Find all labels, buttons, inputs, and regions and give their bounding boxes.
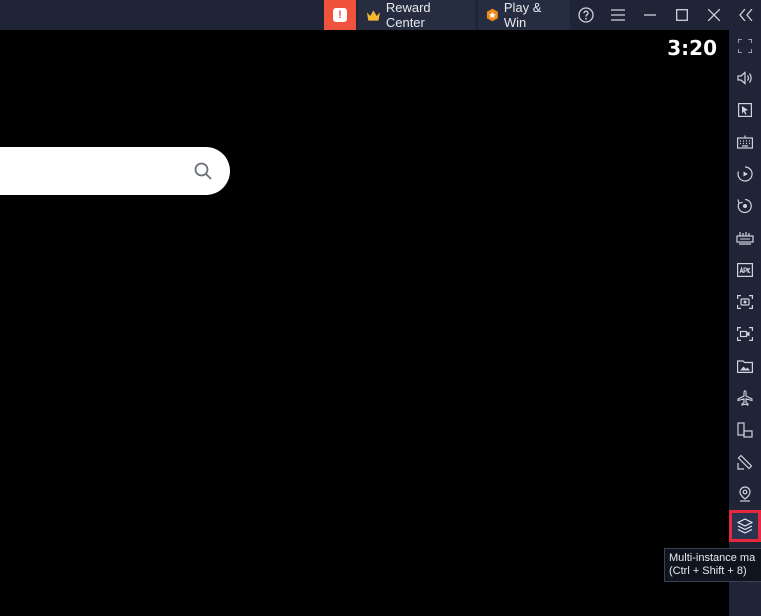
airplane-mode-button[interactable] xyxy=(729,382,761,414)
collapse-sidebar-icon xyxy=(739,9,753,21)
multi-instance-icon xyxy=(737,518,753,534)
multi-instance-button[interactable] xyxy=(729,510,761,542)
minimize-icon xyxy=(644,14,656,16)
fullscreen-icon xyxy=(738,39,752,53)
install-apk-icon xyxy=(737,263,753,277)
screenshot-button[interactable] xyxy=(729,286,761,318)
alert-icon: ! xyxy=(333,8,347,22)
screen-record-button[interactable] xyxy=(729,318,761,350)
reward-center-button[interactable]: Reward Center xyxy=(358,0,475,30)
performance-icon xyxy=(736,232,754,245)
eco-mode-button[interactable] xyxy=(729,446,761,478)
play-win-button[interactable]: Play & Win xyxy=(478,0,570,30)
tooltip-line-2: (Ctrl + Shift + 8) xyxy=(669,565,747,577)
reward-center-label: Reward Center xyxy=(385,0,431,30)
menu-icon xyxy=(611,9,625,21)
install-apk-button[interactable] xyxy=(729,254,761,286)
eco-mode-icon xyxy=(737,454,753,470)
pointer-icon xyxy=(738,103,752,117)
multi-screen-button[interactable] xyxy=(729,414,761,446)
play-win-icon xyxy=(486,8,498,22)
title-bar: ! Reward Center Play & Win xyxy=(0,0,761,30)
location-icon xyxy=(739,486,751,502)
macro-record-icon xyxy=(737,166,753,182)
collapse-sidebar-button[interactable] xyxy=(731,0,761,30)
multi-instance-tooltip: Multi-instance ma (Ctrl + Shift + 8) xyxy=(664,548,761,582)
alert-button[interactable]: ! xyxy=(324,0,356,30)
macro-record-button[interactable] xyxy=(729,158,761,190)
maximize-icon xyxy=(676,9,688,21)
volume-icon xyxy=(737,71,752,85)
maximize-button[interactable] xyxy=(667,0,697,30)
close-icon xyxy=(708,9,720,21)
keyboard-icon xyxy=(737,135,753,149)
rotate-button[interactable] xyxy=(729,190,761,222)
fullscreen-button[interactable] xyxy=(729,30,761,62)
menu-button[interactable] xyxy=(603,0,633,30)
play-win-label: Play & Win xyxy=(503,0,542,30)
volume-button[interactable] xyxy=(729,62,761,94)
rotate-icon xyxy=(737,198,752,214)
keyboard-button[interactable] xyxy=(729,126,761,158)
crown-icon xyxy=(366,9,380,21)
location-button[interactable] xyxy=(729,478,761,510)
search-icon[interactable] xyxy=(194,162,212,180)
media-folder-icon xyxy=(737,360,753,373)
screen-record-icon xyxy=(737,327,753,341)
emulator-screen[interactable]: 3:20 xyxy=(0,30,729,616)
media-folder-button[interactable] xyxy=(729,350,761,382)
screenshot-icon xyxy=(737,295,753,309)
performance-button[interactable] xyxy=(729,222,761,254)
multi-screen-icon xyxy=(737,422,753,438)
help-icon xyxy=(578,7,594,23)
close-button[interactable] xyxy=(699,0,729,30)
airplane-mode-icon xyxy=(737,390,753,406)
tooltip-line-1: Multi-instance ma xyxy=(669,552,756,564)
pointer-button[interactable] xyxy=(729,94,761,126)
help-button[interactable] xyxy=(571,0,601,30)
side-toolbar xyxy=(729,30,761,616)
search-bar[interactable] xyxy=(0,147,230,195)
minimize-button[interactable] xyxy=(635,0,665,30)
status-clock: 3:20 xyxy=(667,36,717,60)
